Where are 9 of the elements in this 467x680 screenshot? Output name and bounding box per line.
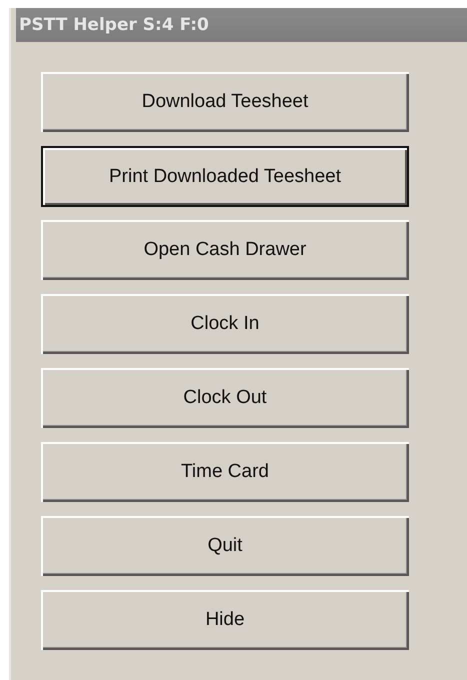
- command-button[interactable]: Clock In: [41, 294, 409, 354]
- command-button[interactable]: Time Card: [41, 442, 409, 502]
- command-button[interactable]: Print Downloaded Teesheet: [43, 148, 407, 205]
- command-button[interactable]: Quit: [41, 516, 409, 576]
- command-button[interactable]: Open Cash Drawer: [41, 220, 409, 280]
- command-button[interactable]: Hide: [41, 590, 409, 650]
- window-title: PSTT Helper S:4 F:0: [18, 15, 209, 35]
- command-button[interactable]: Clock Out: [41, 368, 409, 428]
- command-button[interactable]: Download Teesheet: [41, 72, 409, 132]
